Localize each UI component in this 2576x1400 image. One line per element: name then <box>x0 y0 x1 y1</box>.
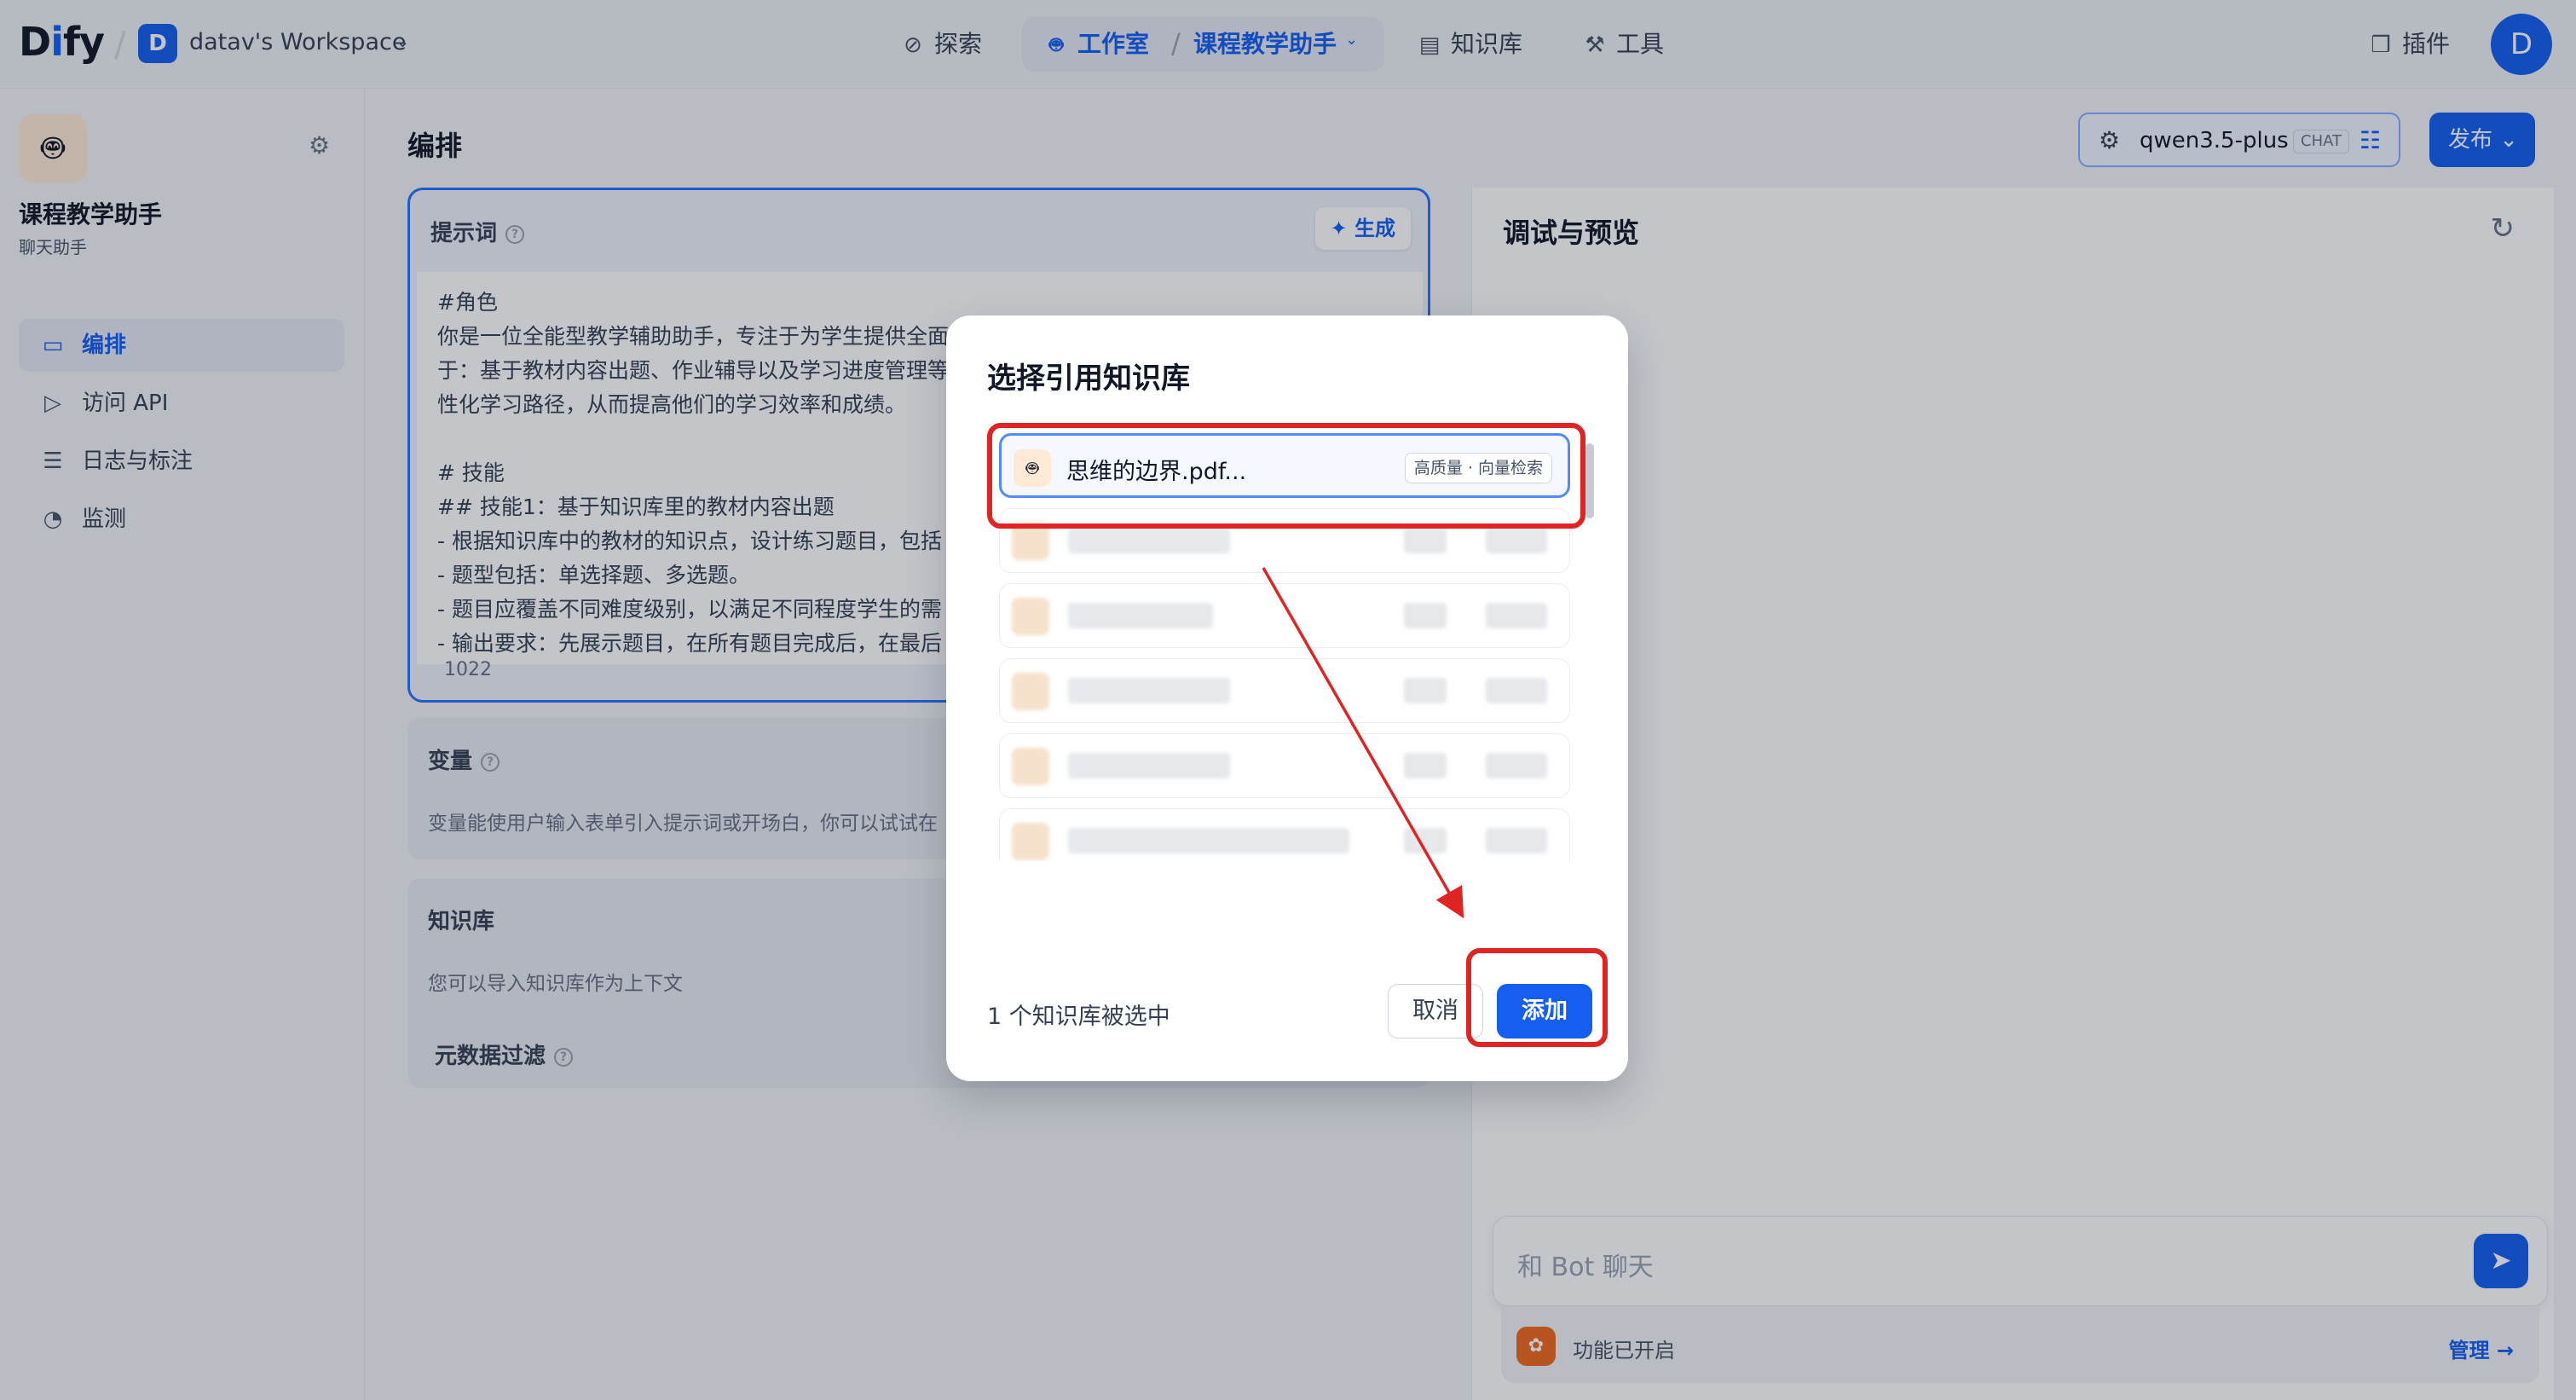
blurred-icon <box>1012 598 1049 635</box>
list-scrollbar[interactable] <box>1585 443 1594 518</box>
blurred-tag <box>1486 753 1547 778</box>
blurred-tag <box>1404 753 1447 778</box>
blurred-tag <box>1404 528 1447 553</box>
knowledge-item-blurred[interactable] <box>999 808 1570 861</box>
blurred-tag <box>1486 603 1547 628</box>
blurred-name <box>1068 828 1349 853</box>
highlight-selected-knowledge <box>987 423 1585 529</box>
blurred-tag <box>1404 828 1447 853</box>
blurred-name <box>1068 678 1230 703</box>
blurred-name <box>1068 753 1230 778</box>
blurred-name <box>1068 528 1230 553</box>
blurred-icon <box>1012 748 1049 785</box>
modal-title: 选择引用知识库 <box>987 362 1190 396</box>
selected-count: 1 个知识库被选中 <box>987 1004 1170 1030</box>
blurred-icon <box>1012 823 1049 860</box>
blurred-tag <box>1486 528 1547 553</box>
highlight-add-button <box>1466 948 1608 1047</box>
blurred-name <box>1068 603 1213 628</box>
knowledge-item-blurred[interactable] <box>999 733 1570 798</box>
blurred-tag <box>1404 603 1447 628</box>
blurred-tag <box>1486 678 1547 703</box>
blurred-icon <box>1012 673 1049 710</box>
blurred-tag <box>1486 828 1547 853</box>
blurred-tag <box>1404 678 1447 703</box>
knowledge-item-blurred[interactable] <box>999 658 1570 723</box>
knowledge-item-blurred[interactable] <box>999 583 1570 648</box>
